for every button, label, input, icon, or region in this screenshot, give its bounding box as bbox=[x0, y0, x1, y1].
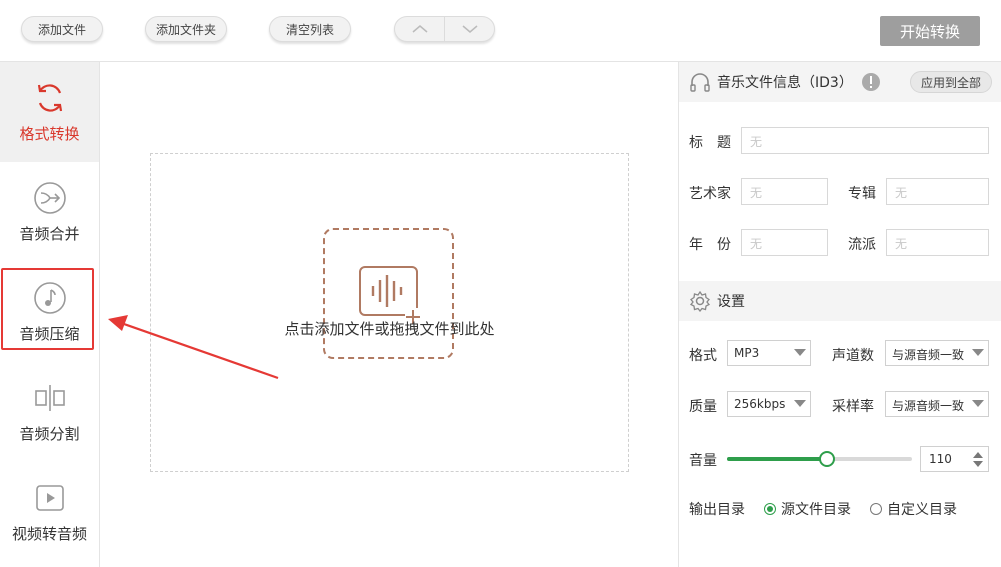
sidebar-item-audio-merge[interactable]: 音频合并 bbox=[0, 162, 99, 262]
settings-panel: 音乐文件信息（ID3） 应用到全部 标 题 无 艺术家 无 专辑 无 年 份 无… bbox=[678, 62, 1001, 567]
radio-indicator bbox=[870, 503, 882, 515]
sidebar-item-label: 视频转音频 bbox=[11, 524, 87, 543]
chevron-down-icon bbox=[794, 400, 806, 407]
output-source-label: 源文件目录 bbox=[781, 502, 851, 518]
radio-indicator bbox=[764, 503, 776, 515]
quality-label: 质量 bbox=[689, 399, 717, 415]
chevron-down-icon bbox=[462, 25, 477, 33]
split-icon bbox=[34, 384, 65, 411]
volume-slider-handle[interactable] bbox=[819, 451, 835, 467]
channels-label: 声道数 bbox=[832, 348, 874, 364]
output-custom-label: 自定义目录 bbox=[887, 502, 957, 518]
volume-slider[interactable] bbox=[727, 451, 912, 467]
output-custom-radio[interactable]: 自定义目录 bbox=[870, 499, 957, 519]
format-value: MP3 bbox=[734, 346, 760, 360]
chevron-down-icon bbox=[794, 349, 806, 356]
genre-field[interactable]: 无 bbox=[886, 229, 989, 256]
volume-label: 音量 bbox=[689, 453, 717, 469]
info-icon[interactable] bbox=[861, 72, 881, 92]
toolbar: 添加文件 添加文件夹 清空列表 开始转换 bbox=[0, 0, 1001, 62]
channels-select[interactable]: 与源音频一致 bbox=[885, 340, 989, 366]
spin-up-icon[interactable] bbox=[973, 452, 983, 458]
sidebar-item-label: 音频分割 bbox=[19, 424, 80, 443]
title-label: 标 题 bbox=[689, 135, 731, 151]
channels-value: 与源音频一致 bbox=[892, 348, 965, 362]
sidebar-item-format-convert[interactable]: 格式转换 bbox=[0, 62, 99, 162]
artist-field[interactable]: 无 bbox=[741, 178, 828, 205]
artist-label: 艺术家 bbox=[689, 186, 731, 202]
samplerate-value: 与源音频一致 bbox=[892, 399, 965, 413]
headphones-icon bbox=[690, 73, 710, 92]
album-label: 专辑 bbox=[848, 186, 876, 202]
quality-select[interactable]: 256kbps bbox=[727, 391, 811, 417]
chevron-down-icon bbox=[972, 349, 984, 356]
chevron-up-icon bbox=[412, 25, 427, 33]
refresh-icon bbox=[37, 83, 62, 112]
album-field[interactable]: 无 bbox=[886, 178, 989, 205]
move-buttons bbox=[394, 16, 495, 42]
volume-spinbox[interactable]: 110 bbox=[920, 446, 989, 472]
quality-value: 256kbps bbox=[734, 397, 786, 411]
gear-icon bbox=[689, 290, 711, 312]
settings-section-header: 设置 bbox=[679, 281, 1001, 321]
sidebar-item-audio-split[interactable]: 音频分割 bbox=[0, 362, 99, 462]
file-list-area bbox=[101, 62, 678, 567]
volume-value: 110 bbox=[929, 452, 952, 466]
add-audio-button[interactable] bbox=[323, 228, 454, 359]
year-label: 年 份 bbox=[689, 237, 731, 253]
format-label: 格式 bbox=[689, 348, 717, 364]
sidebar-item-label: 音频合并 bbox=[19, 224, 80, 243]
video-play-icon bbox=[35, 484, 64, 511]
clear-list-button[interactable]: 清空列表 bbox=[269, 16, 351, 42]
start-convert-button[interactable]: 开始转换 bbox=[880, 16, 980, 46]
year-field[interactable]: 无 bbox=[741, 229, 828, 256]
id3-section-header: 音乐文件信息（ID3） 应用到全部 bbox=[679, 62, 1001, 102]
genre-label: 流派 bbox=[848, 237, 876, 253]
highlight-box bbox=[1, 268, 94, 350]
format-select[interactable]: MP3 bbox=[727, 340, 811, 366]
samplerate-select[interactable]: 与源音频一致 bbox=[885, 391, 989, 417]
merge-icon bbox=[33, 181, 66, 214]
samplerate-label: 采样率 bbox=[832, 399, 874, 415]
add-folder-button[interactable]: 添加文件夹 bbox=[145, 16, 227, 42]
output-source-radio[interactable]: 源文件目录 bbox=[764, 499, 851, 519]
move-up-button[interactable] bbox=[395, 17, 444, 41]
output-dir-label: 输出目录 bbox=[689, 502, 745, 518]
apply-all-button[interactable]: 应用到全部 bbox=[909, 71, 992, 93]
title-field[interactable]: 无 bbox=[741, 127, 989, 154]
settings-section-title: 设置 bbox=[717, 294, 745, 310]
chevron-down-icon bbox=[972, 400, 984, 407]
spin-down-icon[interactable] bbox=[973, 461, 983, 467]
sidebar-item-video-to-audio[interactable]: 视频转音频 bbox=[0, 462, 99, 562]
move-down-button[interactable] bbox=[444, 17, 494, 41]
sidebar-item-label: 格式转换 bbox=[19, 124, 80, 143]
volume-slider-fill bbox=[727, 457, 827, 461]
add-file-button[interactable]: 添加文件 bbox=[21, 16, 103, 42]
sidebar: 格式转换 音频合并 音频压缩 音频分割 视频转音频 bbox=[0, 62, 100, 567]
drop-hint-text: 点击添加文件或拖拽文件到此处 bbox=[284, 320, 495, 338]
id3-section-title: 音乐文件信息（ID3） bbox=[717, 75, 853, 91]
